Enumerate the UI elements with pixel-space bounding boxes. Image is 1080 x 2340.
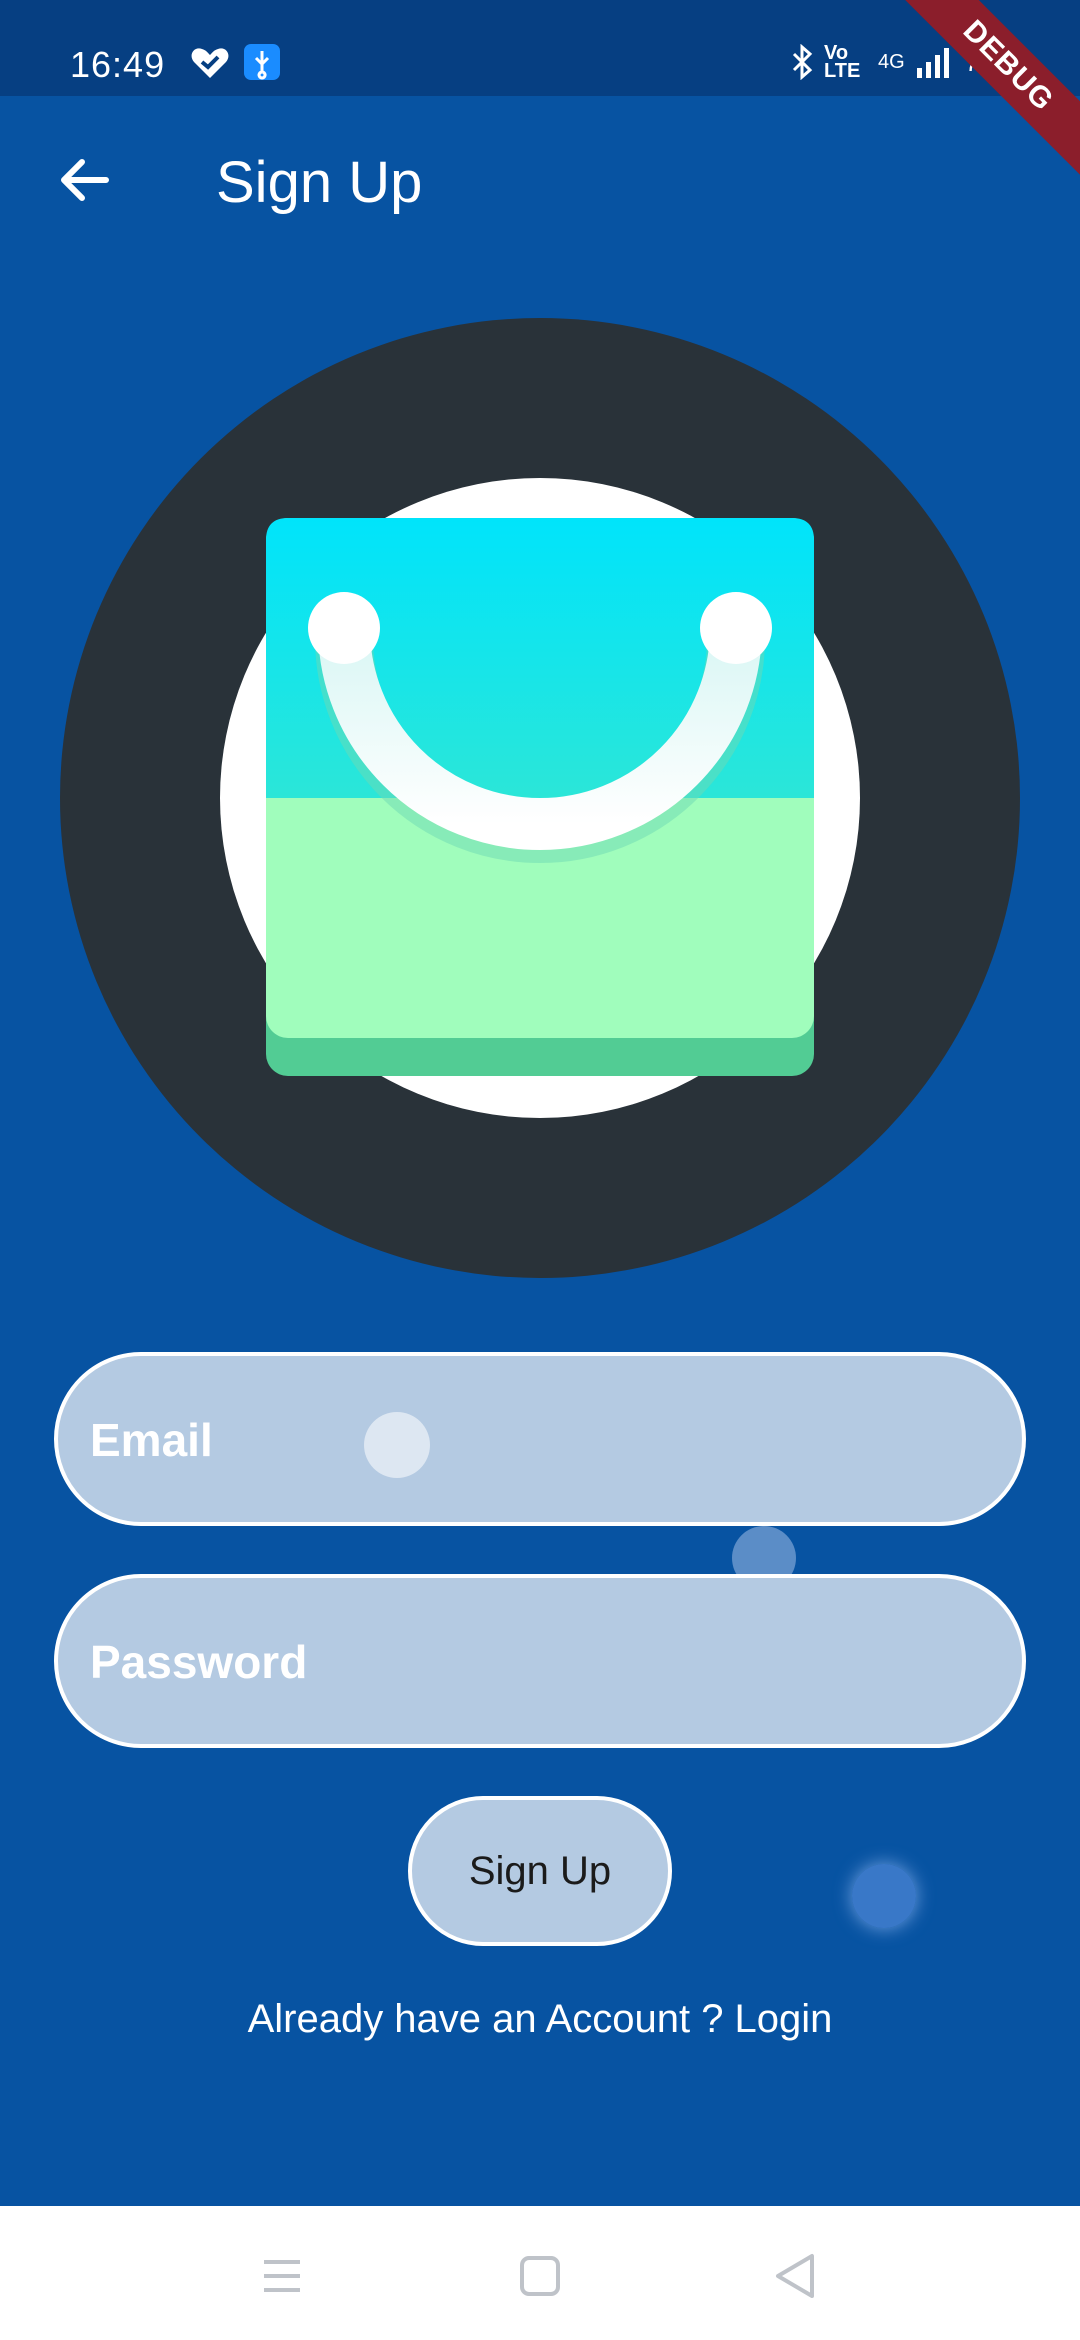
- arrow-back-icon[interactable]: [54, 150, 114, 210]
- menu-icon[interactable]: [242, 2236, 322, 2316]
- home-square-icon[interactable]: [500, 2236, 580, 2316]
- login-link[interactable]: Already have an Account ? Login: [0, 1994, 1080, 2044]
- usb-icon: [244, 44, 280, 80]
- touch-indicator: [852, 1864, 916, 1928]
- signal-icon: [916, 48, 949, 78]
- back-triangle-icon[interactable]: [756, 2236, 836, 2316]
- password-input[interactable]: [88, 1578, 992, 1746]
- volte-label: Vo LTE: [824, 42, 861, 82]
- system-nav-bar: [0, 2206, 1080, 2340]
- sign-up-button[interactable]: Sign Up: [408, 1796, 672, 1946]
- bluetooth-icon: [792, 44, 813, 80]
- email-input[interactable]: [88, 1356, 992, 1524]
- app-bar: Sign Up: [0, 96, 1080, 268]
- password-field[interactable]: [54, 1574, 1026, 1748]
- health-heart-icon: [191, 48, 229, 78]
- status-bar: 16:49 Vo LTE 4G 77% DEBUG: [0, 0, 1080, 177]
- network-type: 4G: [878, 50, 905, 73]
- touch-indicator: [364, 1412, 430, 1478]
- page-title: Sign Up: [216, 150, 423, 215]
- email-field[interactable]: [54, 1352, 1026, 1526]
- shopping-bag-icon: [266, 518, 814, 1076]
- status-time: 16:49: [70, 44, 166, 85]
